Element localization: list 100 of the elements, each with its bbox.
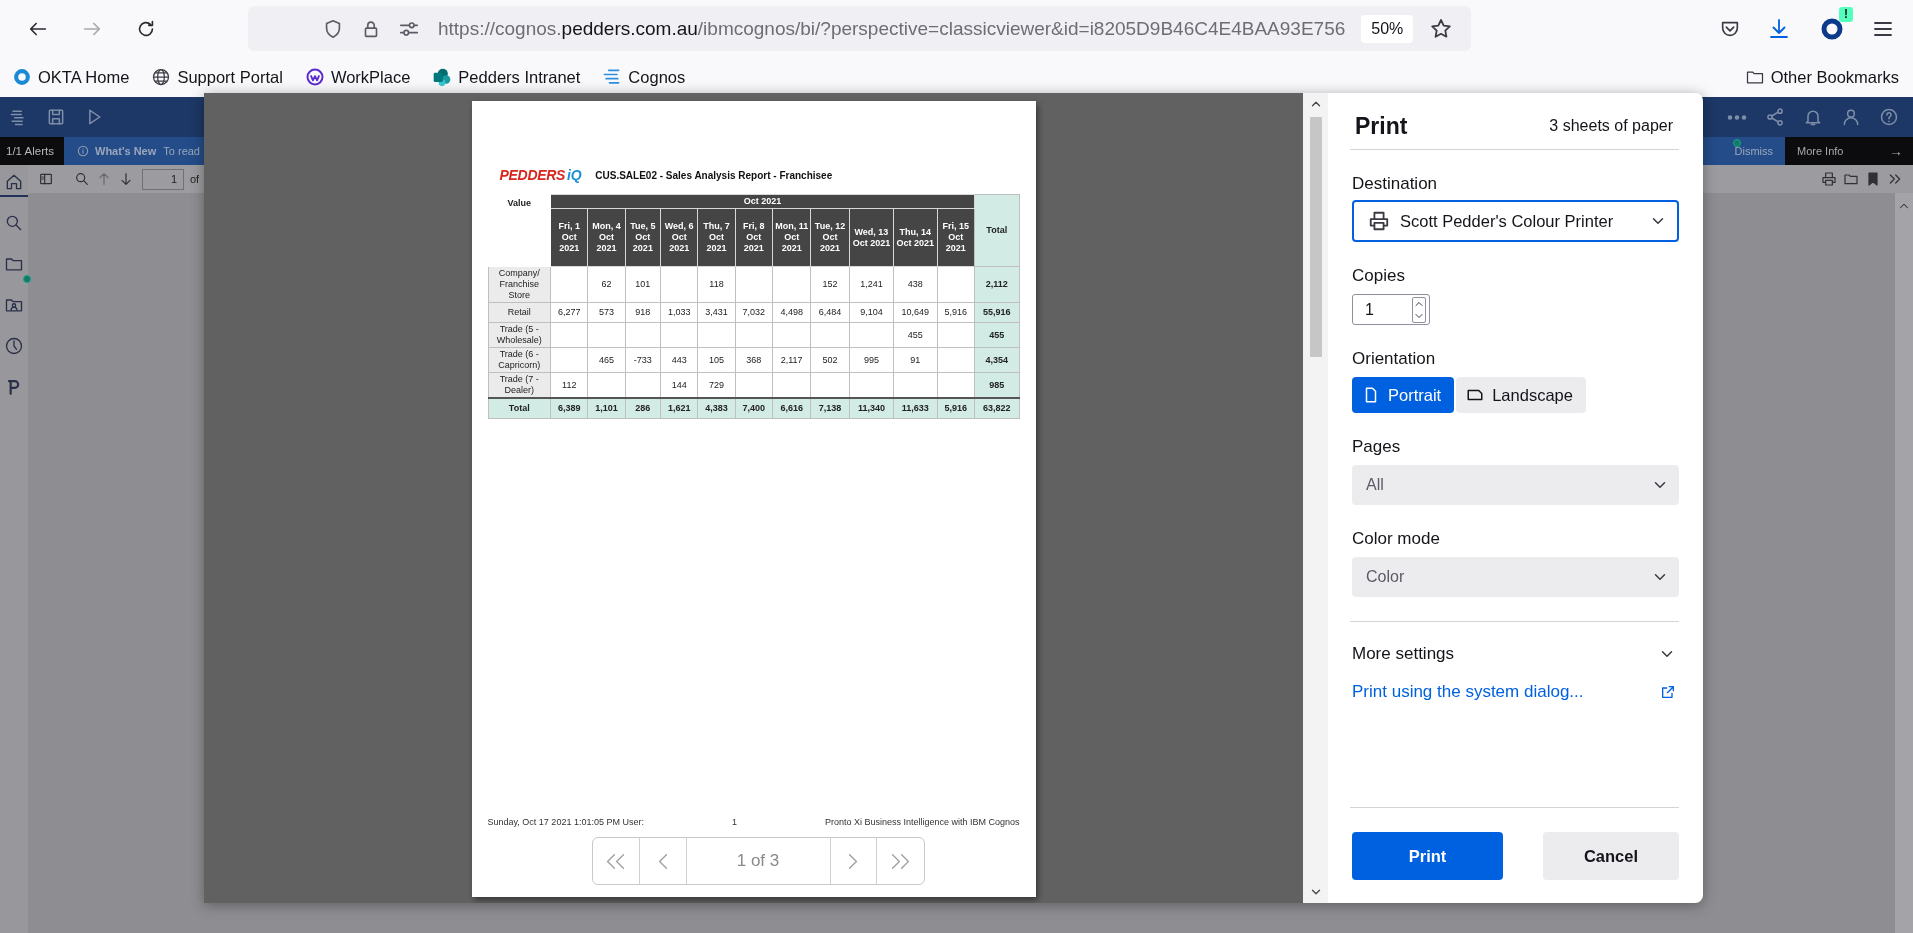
table-cell: 4,383 bbox=[697, 398, 736, 418]
table-cell: 5,916 bbox=[937, 398, 975, 418]
table-cell: 368 bbox=[735, 347, 773, 373]
search-icon bbox=[74, 171, 90, 187]
double-chevron-icon bbox=[1887, 171, 1903, 187]
ring-icon bbox=[1820, 16, 1844, 41]
bookmark-link[interactable]: Cognos bbox=[602, 67, 686, 87]
bookmark-link[interactable]: OKTA Home bbox=[12, 67, 130, 87]
field-label: Pages bbox=[1352, 437, 1402, 457]
table-cell: 465 bbox=[587, 347, 626, 373]
alert-message: To read bbox=[163, 145, 200, 157]
portrait-option[interactable]: Portrait bbox=[1352, 377, 1455, 413]
table-cell: 1,033 bbox=[660, 302, 698, 323]
footer-text: Sunday, Oct 17 2021 1:01:05 PM User: bbox=[487, 817, 644, 827]
address-bar[interactable]: https://cognos.pedders.com.au/ibmcognos/bi/?perspective=classicviewer&id=i8205D9B46C4E4BAA93E756 50% bbox=[248, 6, 1471, 51]
printer-select[interactable]: Scott Pedder's Colour Printer bbox=[1352, 200, 1679, 242]
more-info-button[interactable]: More Info → bbox=[1785, 137, 1913, 165]
column-header: Mon, 11 Oct 2021 bbox=[772, 208, 811, 267]
field-label: Orientation bbox=[1352, 349, 1437, 369]
table-cell: 286 bbox=[625, 398, 661, 418]
table-cell: 2,117 bbox=[772, 347, 811, 373]
url-text: https://cognos.pedders.com.au/ibmcognos/bi/?perspective=classicviewer&id=i8205D9B46C4E4BAA93E756 bbox=[438, 17, 1346, 40]
down-arrow-icon bbox=[118, 171, 134, 187]
search-icon bbox=[4, 213, 24, 233]
more-settings-toggle[interactable]: More settings bbox=[1352, 644, 1679, 664]
page-number-field[interactable]: 1 bbox=[142, 168, 184, 190]
row-header: Trade (5 - Wholesale) bbox=[488, 322, 551, 348]
table-cell: 101 bbox=[625, 266, 661, 303]
bookmark-link[interactable]: Support Portal bbox=[151, 67, 283, 87]
row-header: Trade (7 - Dealer) bbox=[488, 372, 551, 398]
whats-new-link[interactable]: What's New bbox=[95, 145, 157, 157]
sheet-count: 3 sheets of paper bbox=[1549, 117, 1673, 135]
footer-text: Pronto Xi Business Intelligence with IBM Cognos bbox=[824, 817, 1020, 827]
report-title: CUS.SALE02 - Sales Analysis Report - Franchisee bbox=[595, 169, 833, 181]
table-cell: 10,649 bbox=[893, 302, 937, 323]
table-cell: 918 bbox=[625, 302, 661, 323]
more-icon bbox=[1727, 114, 1747, 120]
cancel-button[interactable]: Cancel bbox=[1543, 832, 1679, 880]
field-label: Destination bbox=[1352, 174, 1439, 194]
globe-icon bbox=[151, 67, 172, 87]
table-cell: 63,822 bbox=[974, 398, 1019, 418]
table-cell: 6,616 bbox=[772, 398, 811, 418]
table-cell: 438 bbox=[893, 266, 937, 303]
table-cell: 9,104 bbox=[849, 302, 894, 323]
column-header: Thu, 7 Oct 2021 bbox=[697, 208, 736, 267]
column-header: Fri, 1 Oct 2021 bbox=[550, 208, 588, 267]
table-cell: 2,112 bbox=[974, 266, 1019, 303]
table-cell: 1,241 bbox=[849, 266, 894, 303]
folder-icon bbox=[1843, 171, 1859, 187]
chevron-right-icon bbox=[849, 853, 857, 869]
workplace-logo-icon bbox=[304, 67, 325, 87]
double-chevron-right-icon bbox=[891, 853, 909, 869]
column-header: Wed, 6 Oct 2021 bbox=[660, 208, 698, 267]
column-header: Fri, 8 Oct 2021 bbox=[735, 208, 773, 267]
dismiss-link[interactable]: Dismiss bbox=[1734, 145, 1773, 157]
scrollbar[interactable] bbox=[1303, 93, 1328, 903]
copies-field[interactable]: 1 bbox=[1352, 294, 1430, 325]
table-cell: 152 bbox=[810, 266, 850, 303]
home-icon bbox=[4, 172, 24, 192]
dialog-title: Print bbox=[1355, 112, 1408, 140]
table-cell: 11,340 bbox=[849, 398, 894, 418]
column-header: Tue, 12 Oct 2021 bbox=[810, 208, 850, 267]
landscape-option[interactable]: Landscape bbox=[1456, 377, 1586, 413]
scrollbar-thumb[interactable] bbox=[1309, 117, 1322, 357]
print-button[interactable]: Print bbox=[1352, 832, 1503, 880]
pages-select[interactable]: All bbox=[1352, 465, 1679, 505]
table-cell: 6,389 bbox=[550, 398, 588, 418]
row-header: Company/ Franchise Store bbox=[488, 266, 551, 303]
bookmarks-folder[interactable]: Other Bookmarks bbox=[1744, 67, 1899, 87]
save-icon bbox=[46, 107, 66, 127]
panel-icon bbox=[38, 171, 54, 187]
user-icon bbox=[1841, 107, 1861, 127]
table-cell: 7,400 bbox=[735, 398, 773, 418]
column-header: Wed, 13 Oct 2021 bbox=[849, 208, 894, 267]
table-cell: 443 bbox=[660, 347, 698, 373]
alerts-button[interactable]: 1/1 Alerts bbox=[0, 137, 64, 165]
external-link-icon bbox=[1660, 684, 1676, 700]
table-cell: 1,621 bbox=[660, 398, 698, 418]
ring-icon bbox=[12, 67, 32, 87]
table-cell: 118 bbox=[697, 266, 736, 303]
color-mode-select[interactable]: Color bbox=[1352, 557, 1679, 597]
printer-icon bbox=[1368, 210, 1390, 232]
up-arrow-icon bbox=[96, 171, 112, 187]
table-cell: 502 bbox=[810, 347, 850, 373]
column-header: Thu, 14 Oct 2021 bbox=[893, 208, 937, 267]
field-label: Color mode bbox=[1352, 529, 1441, 549]
column-header: Oct 2021 bbox=[550, 194, 975, 209]
table-cell: 105 bbox=[697, 347, 736, 373]
row-header: Retail bbox=[488, 302, 551, 323]
table-cell: 7,138 bbox=[810, 398, 850, 418]
bookmark-link[interactable]: WorkPlace bbox=[304, 67, 411, 87]
download-icon bbox=[1767, 16, 1791, 41]
page-count: of bbox=[190, 173, 200, 185]
info-icon bbox=[76, 144, 90, 158]
zoom-level[interactable]: 50% bbox=[1361, 14, 1414, 43]
system-dialog-link[interactable]: Print using the system dialog... bbox=[1352, 682, 1584, 702]
scrollbar[interactable] bbox=[1895, 193, 1913, 933]
bookmark-link[interactable]: Pedders Intranet bbox=[432, 67, 581, 87]
table-cell: 1,101 bbox=[587, 398, 626, 418]
table-cell: 995 bbox=[849, 347, 894, 373]
